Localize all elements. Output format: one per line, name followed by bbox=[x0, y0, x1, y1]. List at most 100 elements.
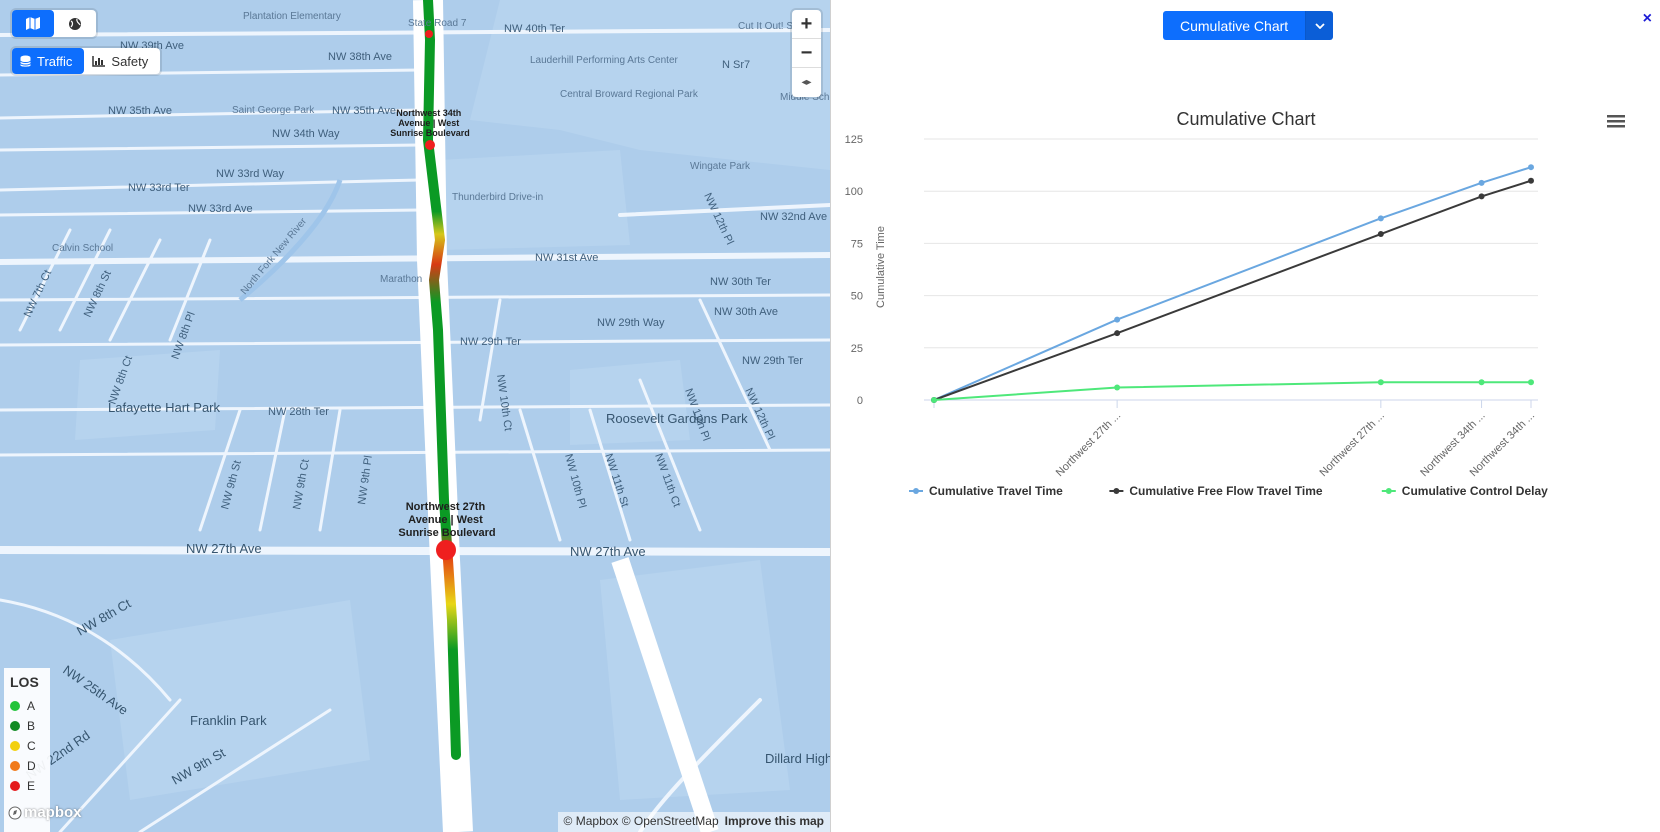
chart-series bbox=[931, 164, 1534, 403]
close-panel-button[interactable]: × bbox=[1643, 10, 1652, 28]
legend-label: Cumulative Control Delay bbox=[1402, 484, 1548, 498]
attribution-text[interactable]: © Mapbox © OpenStreetMap bbox=[564, 814, 719, 830]
dropdown-toggle-button[interactable] bbox=[1305, 11, 1334, 40]
street-label: NW 30th Ave bbox=[714, 306, 778, 318]
globe-mode-button[interactable] bbox=[54, 10, 96, 37]
y-tick-label: 125 bbox=[845, 134, 863, 146]
data-point bbox=[1114, 316, 1121, 323]
y-tick-label: 50 bbox=[851, 291, 863, 303]
zoom-out-button[interactable]: − bbox=[792, 39, 821, 68]
poi-label: Dillard High bbox=[765, 751, 830, 766]
map-canvas[interactable]: NW 27th Ave NW 27th Ave NW 31st Ave NW 2… bbox=[0, 0, 830, 832]
map-mode-button[interactable] bbox=[12, 10, 54, 37]
street-label: NW 38th Ave bbox=[328, 51, 392, 63]
street-label: NW 27th Ave bbox=[186, 541, 262, 556]
series-line bbox=[933, 166, 1532, 401]
map-mode-toggle bbox=[12, 10, 96, 37]
los-dot-icon bbox=[10, 781, 20, 791]
legend-marker bbox=[1113, 488, 1120, 494]
los-legend-label: B bbox=[27, 719, 36, 733]
los-legend-item: A bbox=[10, 696, 50, 716]
street-label: NW 29th Ter bbox=[460, 336, 521, 348]
safety-layer-button[interactable]: Safety bbox=[84, 48, 160, 74]
chart-title: Cumulative Chart bbox=[1176, 109, 1315, 129]
poi-label: Thunderbird Drive-in bbox=[452, 192, 543, 203]
poi-label: State Road 7 bbox=[408, 18, 467, 29]
chart-menu-button[interactable] bbox=[1607, 115, 1625, 128]
traffic-layer-button[interactable]: Traffic bbox=[12, 48, 85, 74]
y-axis-ticks: 0 25 50 75 100 125 bbox=[845, 134, 863, 407]
poi-label: Lafayette Hart Park bbox=[108, 400, 220, 415]
x-tick-label: Northwest 27th ... bbox=[1318, 410, 1387, 479]
data-point bbox=[1528, 164, 1534, 171]
map-icon bbox=[26, 17, 40, 30]
safety-layer-label: Safety bbox=[111, 53, 149, 69]
node-label: Northwest 27th Avenue | West Sunrise Bou… bbox=[398, 501, 495, 539]
poi-label: Plantation Elementary bbox=[243, 11, 341, 22]
los-dot-icon bbox=[10, 701, 20, 711]
data-point bbox=[1114, 330, 1121, 337]
cumulative-chart: Cumulative Chart Cumulative Time 0 25 50 75… bbox=[845, 109, 1625, 498]
poi-label: Saint George Park bbox=[232, 105, 315, 116]
chart-type-label[interactable]: Cumulative Chart bbox=[1163, 11, 1306, 40]
data-point bbox=[1478, 179, 1485, 186]
data-point bbox=[1377, 215, 1384, 222]
legend-label: Cumulative Free Flow Travel Time bbox=[1129, 484, 1323, 498]
mapbox-logo-icon bbox=[8, 806, 22, 819]
poi-label: Calvin School bbox=[52, 243, 113, 254]
menu-icon bbox=[1607, 115, 1625, 118]
street-label: NW 29th Ter bbox=[742, 355, 803, 367]
zoom-control: + − ◂▸ bbox=[792, 10, 821, 97]
y-tick-label: 75 bbox=[851, 238, 863, 250]
street-label: NW 32nd Ave bbox=[760, 211, 827, 223]
chart-type-dropdown[interactable]: Cumulative Chart bbox=[1163, 11, 1334, 40]
street-label: NW 35th Ave bbox=[108, 105, 172, 117]
y-tick-label: 0 bbox=[857, 395, 863, 407]
mapbox-logo[interactable]: mapbox bbox=[8, 804, 82, 821]
x-tick-label: Northwest 27th ... bbox=[1054, 410, 1123, 479]
los-legend-label: E bbox=[27, 779, 36, 793]
chart-legend: Cumulative Travel Time Cumulative Free Fl… bbox=[909, 484, 1548, 498]
data-point bbox=[1478, 379, 1485, 386]
improve-map-link[interactable]: Improve this map bbox=[725, 814, 824, 830]
poi-label: Lauderhill Performing Arts Center bbox=[530, 55, 679, 66]
poi-label: Roosevelt Gardens Park bbox=[606, 411, 748, 426]
data-point bbox=[1114, 384, 1121, 391]
compass-button[interactable]: ◂▸ bbox=[792, 68, 821, 97]
los-legend-item: C bbox=[10, 736, 50, 756]
map-view[interactable]: NW 27th Ave NW 27th Ave NW 31st Ave NW 2… bbox=[0, 0, 830, 832]
poi-label: Central Broward Regional Park bbox=[560, 89, 699, 100]
los-dot-icon bbox=[10, 741, 20, 751]
chart-panel: Cumulative Chart × Cumulative Chart Cumu… bbox=[830, 0, 1660, 832]
poi-label: Marathon bbox=[380, 274, 422, 285]
data-point bbox=[1528, 379, 1534, 386]
data-point bbox=[1528, 177, 1534, 184]
poi-label: Franklin Park bbox=[190, 713, 267, 728]
los-legend-label: D bbox=[27, 759, 36, 773]
street-label: NW 29th Way bbox=[597, 317, 665, 329]
menu-icon bbox=[1607, 125, 1625, 128]
legend-marker bbox=[1385, 488, 1392, 494]
series-line bbox=[933, 381, 1531, 401]
series-line bbox=[933, 179, 1532, 401]
menu-icon bbox=[1607, 120, 1625, 123]
los-legend-title: LOS bbox=[10, 674, 39, 690]
legend-label: Cumulative Travel Time bbox=[929, 484, 1063, 498]
street-label: NW 33rd Way bbox=[216, 168, 285, 180]
los-legend-item: E bbox=[10, 776, 50, 796]
data-point bbox=[1478, 193, 1485, 200]
globe-icon bbox=[69, 17, 81, 30]
chart-grid bbox=[924, 138, 1538, 401]
los-dot-icon bbox=[10, 761, 20, 771]
street-label: NW 30th Ter bbox=[710, 276, 771, 288]
data-point bbox=[1377, 379, 1384, 386]
los-legend-label: C bbox=[27, 739, 36, 753]
poi-label: Wingate Park bbox=[690, 161, 751, 172]
layer-toggle: Traffic Safety bbox=[12, 48, 161, 74]
node-label: Northwest 34th Avenue | West Sunrise Bou… bbox=[390, 108, 470, 138]
street-label: NW 40th Ter bbox=[504, 23, 565, 35]
zoom-in-button[interactable]: + bbox=[792, 10, 821, 39]
street-label: NW 28th Ter bbox=[268, 406, 329, 418]
data-point bbox=[931, 397, 937, 403]
street-label: NW 33rd Ter bbox=[128, 182, 190, 194]
